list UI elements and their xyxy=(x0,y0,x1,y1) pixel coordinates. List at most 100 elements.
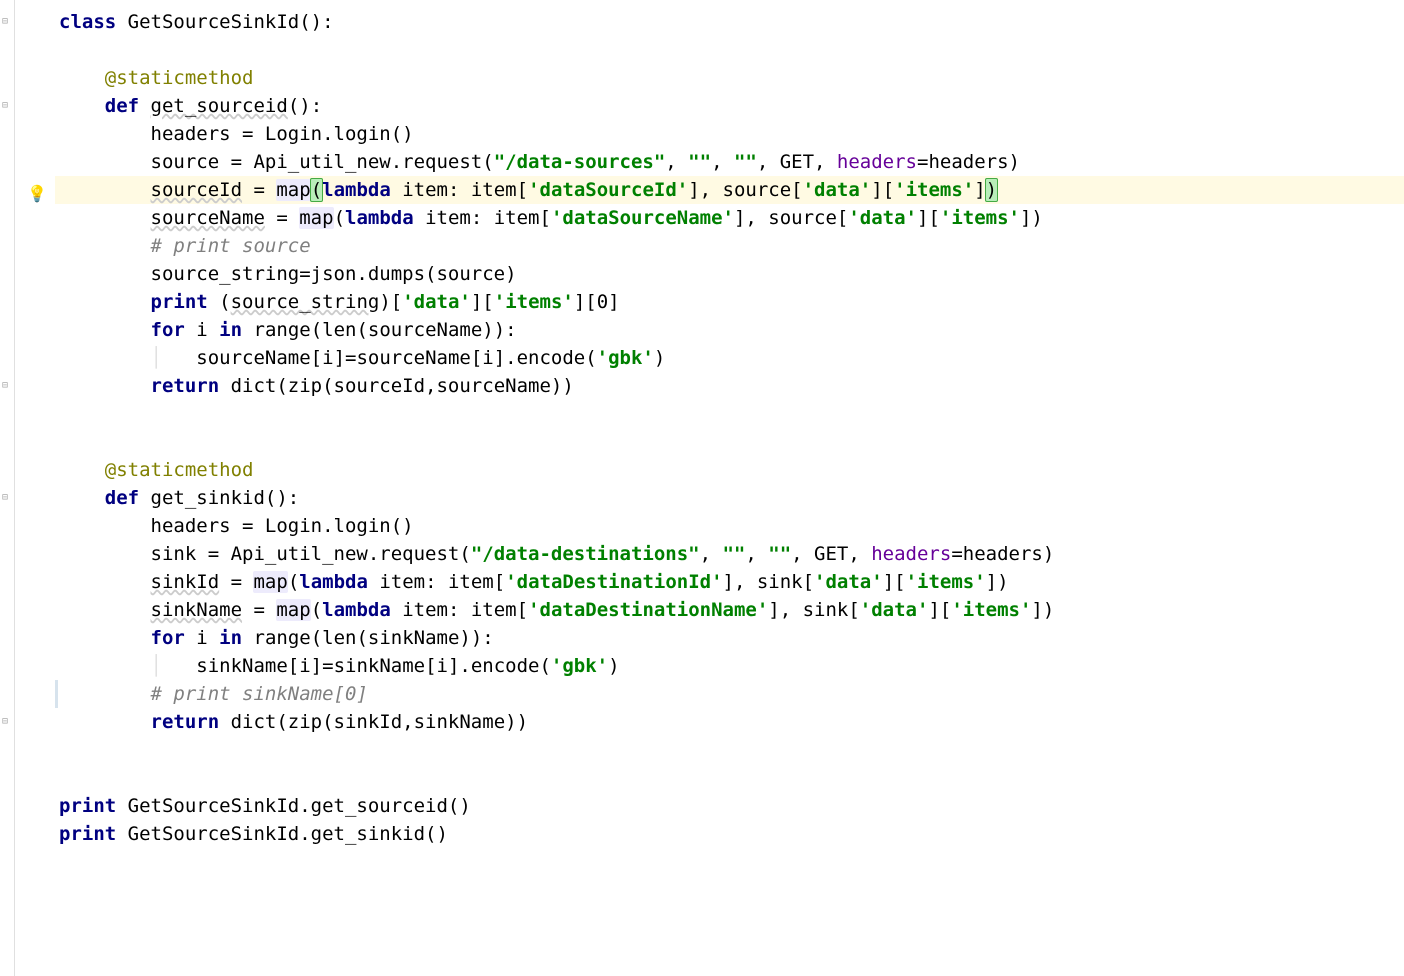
code-token: , xyxy=(700,543,723,565)
code-line[interactable]: # print sinkName[0] xyxy=(55,680,1404,708)
code-line[interactable]: return dict(zip(sinkId,sinkName)) xyxy=(55,708,1404,736)
code-token: , xyxy=(745,543,768,565)
code-token: "/data-destinations" xyxy=(471,543,700,565)
fold-marker-icon[interactable]: ⊟ xyxy=(2,17,11,26)
code-token: =headers) xyxy=(917,151,1020,173)
code-token: map xyxy=(276,179,310,201)
code-token: , GET, xyxy=(757,151,837,173)
code-token: = xyxy=(265,207,299,229)
code-token: ], sink[ xyxy=(723,571,815,593)
code-token: "/data-sources" xyxy=(494,151,666,173)
code-line[interactable]: sourceId = map(lambda item: item['dataSo… xyxy=(55,176,1404,204)
code-line[interactable] xyxy=(55,400,1404,428)
code-token: lambda xyxy=(322,599,391,621)
code-token: 'data' xyxy=(860,599,929,621)
fold-gutter: ⊟ ⊟ ⊟ ⊟ ⊟ xyxy=(0,0,15,976)
fold-marker-icon[interactable]: ⊟ xyxy=(2,717,11,726)
code-line[interactable] xyxy=(55,736,1404,764)
code-token: headers xyxy=(837,151,917,173)
code-token: ) xyxy=(654,347,665,369)
fold-marker-icon[interactable]: ⊟ xyxy=(2,101,11,110)
code-token: sourceName[i]=sourceName[i].encode( xyxy=(196,347,596,369)
code-line[interactable]: class GetSourceSinkId(): xyxy=(55,8,1404,36)
fold-marker-icon[interactable]: ⊟ xyxy=(2,381,11,390)
code-line[interactable]: def get_sourceid(): xyxy=(55,92,1404,120)
code-token: = xyxy=(242,599,276,621)
code-token: ( xyxy=(311,599,322,621)
code-token: source_string=json.dumps(source) xyxy=(151,263,517,285)
code-token: class xyxy=(59,11,128,33)
code-token: get_sinkid(): xyxy=(151,487,300,509)
code-token: return xyxy=(151,375,231,397)
code-line[interactable] xyxy=(55,428,1404,456)
intention-bulb-icon[interactable]: 💡 xyxy=(27,180,43,196)
code-line[interactable]: sourceName = map(lambda item: item['data… xyxy=(55,204,1404,232)
code-line[interactable]: return dict(zip(sourceId,sourceName)) xyxy=(55,372,1404,400)
code-line[interactable] xyxy=(55,764,1404,792)
code-token: ][ xyxy=(928,599,951,621)
code-line[interactable]: headers = Login.login() xyxy=(55,120,1404,148)
code-token: 'dataSourceId' xyxy=(528,179,688,201)
fold-marker-icon[interactable]: ⊟ xyxy=(2,493,11,502)
code-token: sinkName[i]=sinkName[i].encode( xyxy=(196,655,551,677)
code-token: item: item[ xyxy=(368,571,505,593)
code-line[interactable]: headers = Login.login() xyxy=(55,512,1404,540)
code-token: 'items' xyxy=(951,599,1031,621)
code-token: 'dataDestinationId' xyxy=(505,571,722,593)
code-token: 'items' xyxy=(940,207,1020,229)
code-token: for xyxy=(151,627,197,649)
code-editor[interactable]: ⊟ ⊟ ⊟ ⊟ ⊟ 💡 class GetSourceSinkId(): @static… xyxy=(0,0,1404,976)
code-line[interactable]: @staticmethod xyxy=(55,456,1404,484)
code-token: 'items' xyxy=(894,179,974,201)
code-token: GetSourceSinkId(): xyxy=(128,11,334,33)
code-line[interactable]: # print source xyxy=(55,232,1404,260)
code-line[interactable]: source_string=json.dumps(source) xyxy=(55,260,1404,288)
code-line[interactable] xyxy=(55,36,1404,64)
code-line[interactable]: sink = Api_util_new.request("/data-desti… xyxy=(55,540,1404,568)
code-token: 'items' xyxy=(494,291,574,313)
code-token: ], sink[ xyxy=(768,599,860,621)
code-token: range(len(sourceName)): xyxy=(254,319,517,341)
code-token: map xyxy=(276,599,310,621)
code-token: "" xyxy=(722,543,745,565)
code-token: = xyxy=(242,179,276,201)
code-line[interactable]: source = Api_util_new.request("/data-sou… xyxy=(55,148,1404,176)
code-line[interactable]: print GetSourceSinkId.get_sinkid() xyxy=(55,820,1404,848)
code-token: (): xyxy=(288,95,322,117)
code-token: source_string xyxy=(231,291,380,313)
code-line[interactable]: print GetSourceSinkId.get_sourceid() xyxy=(55,792,1404,820)
code-token: ][ xyxy=(471,291,494,313)
code-line[interactable]: @staticmethod xyxy=(55,64,1404,92)
code-line[interactable]: │ sourceName[i]=sourceName[i].encode('gb… xyxy=(55,344,1404,372)
code-line[interactable]: def get_sinkid(): xyxy=(55,484,1404,512)
code-area[interactable]: class GetSourceSinkId(): @staticmethod d… xyxy=(55,0,1404,976)
code-token: in xyxy=(219,319,253,341)
code-token: ][ xyxy=(871,179,894,201)
code-token: =headers) xyxy=(951,543,1054,565)
code-line[interactable]: print (source_string)['data']['items'][0… xyxy=(55,288,1404,316)
code-token: map xyxy=(299,207,333,229)
code-token: range(len(sinkName)): xyxy=(254,627,494,649)
code-line[interactable]: for i in range(len(sourceName)): xyxy=(55,316,1404,344)
code-line[interactable]: for i in range(len(sinkName)): xyxy=(55,624,1404,652)
code-token: dict(zip(sinkId,sinkName)) xyxy=(231,711,528,733)
code-line[interactable]: sinkName = map(lambda item: item['dataDe… xyxy=(55,596,1404,624)
code-token: print xyxy=(59,795,128,817)
code-token: ], source[ xyxy=(734,207,848,229)
code-token: ]) xyxy=(1020,207,1043,229)
code-line[interactable]: sinkId = map(lambda item: item['dataDest… xyxy=(55,568,1404,596)
code-token: 'dataDestinationName' xyxy=(528,599,768,621)
code-token: ]) xyxy=(986,571,1009,593)
code-token: def xyxy=(105,487,151,509)
code-token: map xyxy=(253,571,287,593)
code-token: "" xyxy=(768,543,791,565)
code-token: 'items' xyxy=(906,571,986,593)
code-token: i xyxy=(196,627,219,649)
code-line[interactable]: │ sinkName[i]=sinkName[i].encode('gbk') xyxy=(55,652,1404,680)
code-token: 'gbk' xyxy=(551,655,608,677)
code-token: ]) xyxy=(1031,599,1054,621)
code-token: i xyxy=(196,319,219,341)
code-token: item: item[ xyxy=(414,207,551,229)
code-token: item: item[ xyxy=(391,599,528,621)
code-token: for xyxy=(151,319,197,341)
